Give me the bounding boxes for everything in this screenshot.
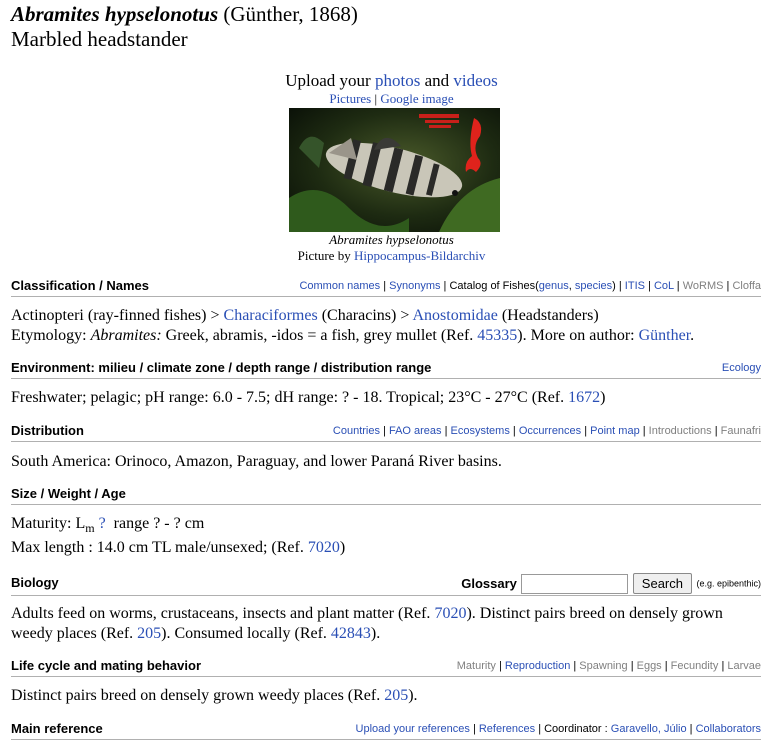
max-length-line: Max length : 14.0 cm TL male/unsexed; (R…	[11, 539, 346, 557]
references-link[interactable]: References	[479, 723, 535, 735]
distribution-links: Countries | FAO areas | Ecosystems | Occ…	[332, 425, 761, 437]
distribution-header: Distribution Countries | FAO areas | Eco…	[11, 421, 761, 442]
species-author: (Günther, 1868)	[223, 2, 358, 26]
countries-link[interactable]: Countries	[333, 425, 380, 437]
main-reference-links: Upload your references | References | Co…	[355, 723, 761, 735]
section-heading: Main reference	[11, 721, 103, 736]
lifecycle-header: Life cycle and mating behavior Maturity …	[11, 656, 761, 677]
section-heading: Life cycle and mating behavior	[11, 658, 201, 673]
itis-link[interactable]: ITIS	[625, 280, 645, 292]
section-heading: Environment: milieu / climate zone / dep…	[11, 360, 432, 375]
distribution-text: South America: Orinoco, Amazon, Paraguay…	[11, 453, 502, 470]
ecosystems-link[interactable]: Ecosystems	[451, 425, 510, 437]
maturity-link[interactable]: ?	[99, 515, 106, 532]
larvae-link[interactable]: Larvae	[727, 660, 761, 672]
ref-link[interactable]: 45335	[477, 327, 517, 344]
ref-link[interactable]: 7020	[308, 539, 340, 556]
faunafri-link[interactable]: Faunafri	[721, 425, 761, 437]
synonyms-link[interactable]: Synonyms	[389, 280, 440, 292]
biology-header: Biology Glossary Search (e.g. epibenthic…	[11, 571, 761, 596]
environment-header: Environment: milieu / climate zone / dep…	[11, 358, 761, 379]
fao-areas-link[interactable]: FAO areas	[389, 425, 442, 437]
photo-credit-link[interactable]: Hippocampus-Bildarchiv	[354, 248, 485, 263]
google-image-link[interactable]: Google image	[380, 91, 453, 106]
etymology-line: Etymology: Abramites: Greek, abramis, -i…	[11, 327, 695, 344]
glossary-example: (e.g. epibenthic)	[696, 578, 761, 589]
search-button[interactable]: Search	[632, 573, 692, 594]
section-heading: Classification / Names	[11, 278, 149, 293]
videos-link[interactable]: videos	[453, 71, 497, 90]
col-link[interactable]: CoL	[654, 280, 674, 292]
common-names-link[interactable]: Common names	[299, 280, 380, 292]
fish-photo[interactable]	[289, 108, 500, 232]
glossary-search: Glossary Search (e.g. epibenthic)	[461, 573, 761, 594]
ref-link[interactable]: 7020	[434, 605, 466, 622]
genus-link[interactable]: genus	[539, 280, 569, 292]
photo-caption: Abramites hypselonotus	[329, 232, 454, 247]
lifecycle-links: Maturity | Reproduction | Spawning | Egg…	[456, 660, 761, 672]
species-name: Abramites hypselonotus	[11, 2, 219, 26]
collaborators-link[interactable]: Collaborators	[696, 723, 761, 735]
section-heading: Biology	[11, 575, 59, 590]
reproduction-link[interactable]: Reproduction	[505, 660, 570, 672]
ref-link[interactable]: 205	[137, 625, 161, 642]
classification-links: Common names | Synonyms | Catalog of Fis…	[299, 280, 761, 292]
eggs-link[interactable]: Eggs	[637, 660, 662, 672]
upload-references-link[interactable]: Upload your references	[356, 723, 470, 735]
introductions-link[interactable]: Introductions	[649, 425, 712, 437]
section-heading: Distribution	[11, 423, 84, 438]
pictures-link[interactable]: Pictures	[329, 91, 371, 106]
lifecycle-text: Distinct pairs breed on densely grown we…	[11, 687, 418, 704]
photos-link[interactable]: photos	[375, 71, 420, 90]
fecundity-link[interactable]: Fecundity	[671, 660, 719, 672]
biology-text: Adults feed on worms, crustaceans, insec…	[11, 605, 723, 642]
maturity-link[interactable]: Maturity	[457, 660, 496, 672]
occurrences-link[interactable]: Occurrences	[519, 425, 581, 437]
author-link[interactable]: Günther	[639, 327, 691, 344]
coordinator-link[interactable]: Garavello, Júlio	[611, 723, 687, 735]
photo-credit: Picture by Hippocampus-Bildarchiv	[297, 248, 486, 263]
ref-link[interactable]: 1672	[568, 389, 600, 406]
species-title: Abramites hypselonotus (Günther, 1868)	[11, 2, 358, 26]
cloffa-link[interactable]: Cloffa	[732, 280, 761, 292]
classification-header: Classification / Names Common names | Sy…	[11, 276, 761, 297]
taxonomy-line: Actinopteri (ray-finned fishes) > Charac…	[11, 307, 599, 324]
glossary-input[interactable]	[521, 573, 629, 594]
size-text: Maturity: Lm ? range ? - ? cm Max length…	[11, 514, 761, 558]
order-link[interactable]: Characiformes	[224, 307, 318, 324]
ref-link[interactable]: 42843	[331, 625, 371, 642]
main-reference-header: Main reference Upload your references | …	[11, 719, 761, 740]
upload-media-line: Upload your photos and videos	[285, 71, 498, 90]
point-map-link[interactable]: Point map	[590, 425, 640, 437]
maturity-line: Maturity: Lm ? range ? - ? cm	[11, 515, 205, 536]
environment-text: Freshwater; pelagic; pH range: 6.0 - 7.5…	[11, 389, 606, 406]
spawning-link[interactable]: Spawning	[579, 660, 627, 672]
section-heading: Size / Weight / Age	[11, 486, 126, 501]
ref-link[interactable]: 205	[384, 687, 408, 704]
worms-link[interactable]: WoRMS	[683, 280, 724, 292]
glossary-label: Glossary	[461, 576, 517, 591]
common-name: Marbled headstander	[11, 27, 188, 51]
family-link[interactable]: Anostomidae	[412, 307, 497, 324]
ecology-link[interactable]: Ecology	[722, 362, 761, 374]
size-header: Size / Weight / Age	[11, 484, 761, 505]
classification-text: Actinopteri (ray-finned fishes) > Charac…	[11, 306, 761, 346]
species-link[interactable]: species	[575, 280, 612, 292]
picture-links: Pictures | Google image	[329, 91, 454, 106]
